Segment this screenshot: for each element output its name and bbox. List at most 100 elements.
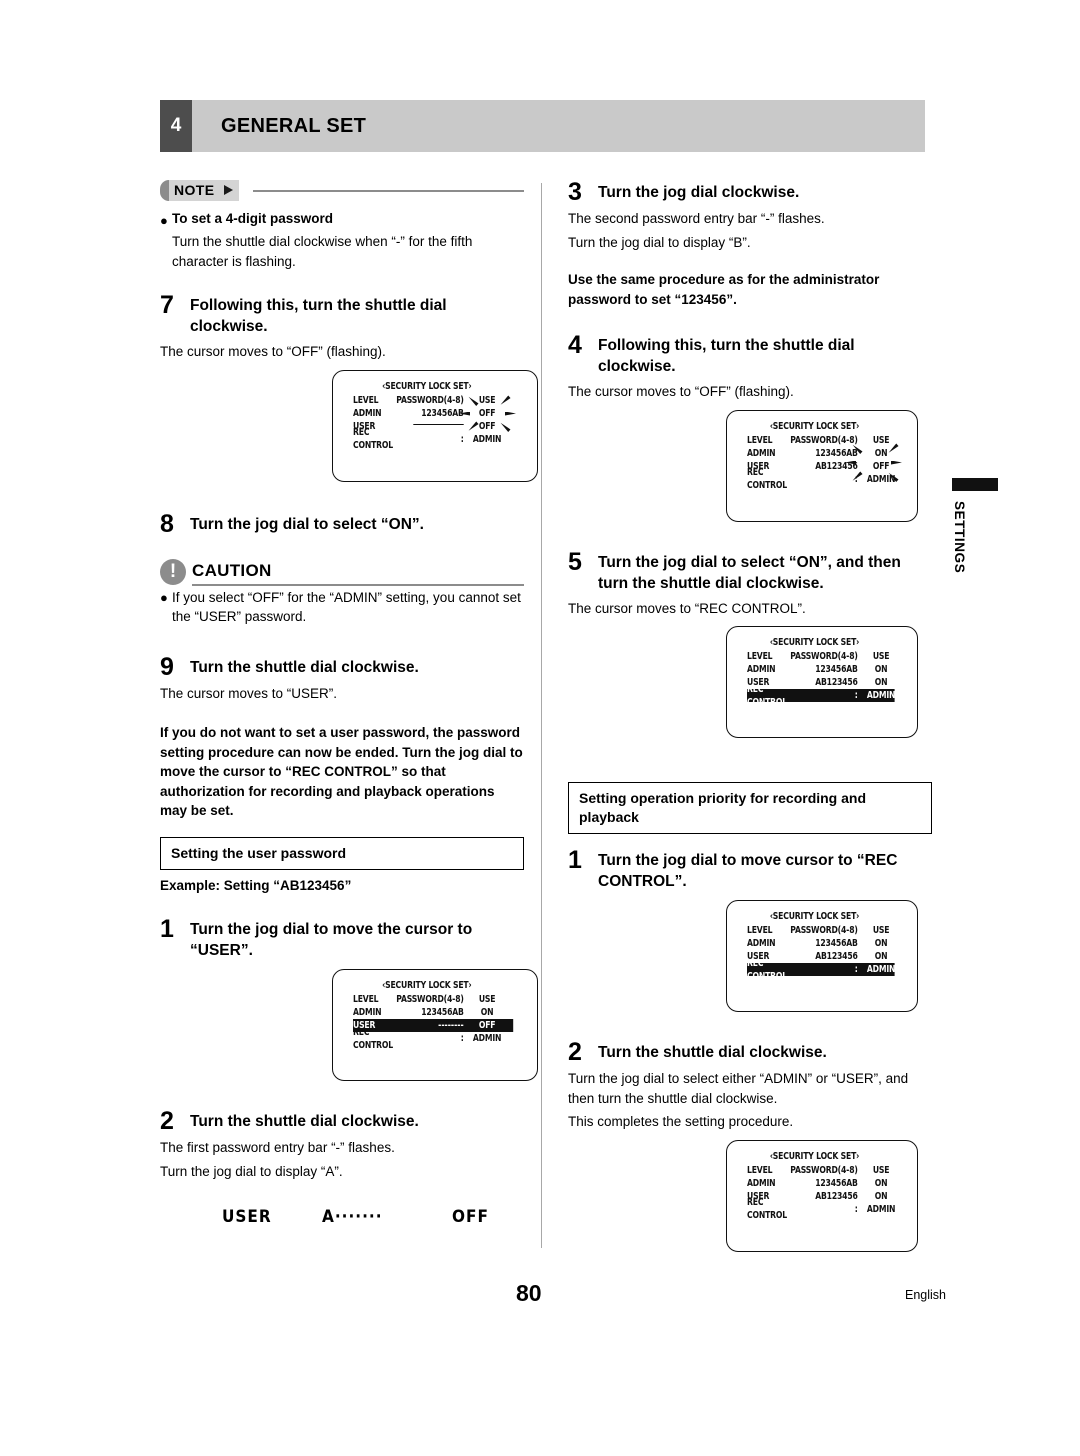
- osd-row-value: AB123456: [815, 951, 858, 962]
- chapter-header-bar: GENERAL SET: [192, 100, 925, 152]
- osd-panel-step5: ‹SECURITY LOCK SET› LEVEL PASSWORD(4-8) …: [726, 626, 918, 738]
- caution-label: CAUTION: [192, 560, 272, 580]
- note-tag: NOTE: [160, 180, 239, 201]
- admin-procedure-note: Use the same procedure as for the admini…: [568, 272, 880, 307]
- osd-row-state: ON: [874, 664, 888, 675]
- step-8-title: Turn the jog dial to select “ON”.: [190, 515, 424, 533]
- step-2-right-number: 2: [568, 1038, 582, 1066]
- osd-row-state: ON: [874, 1177, 888, 1189]
- osd-row-state: USE: [872, 651, 890, 662]
- osd-row-value: AB123456: [815, 1190, 858, 1202]
- side-tab-bar: [952, 478, 998, 491]
- osd-row-value: 123456AB: [421, 407, 464, 419]
- step-5-desc: The cursor moves to “REC CONTROL”.: [568, 600, 806, 616]
- osd-sample-state: OFF: [452, 1207, 489, 1227]
- note-bullet-heading: To set a 4-digit password: [172, 211, 334, 226]
- osd-row-label: ADMIN: [747, 664, 776, 675]
- section-heading-rec-priority: Setting operation priority for recording…: [568, 782, 932, 834]
- osd-panel-step1: ‹SECURITY LOCK SET› LEVEL PASSWORD(4-8) …: [332, 969, 538, 1081]
- step-3: 3 Turn the jog dial clockwise.: [568, 178, 932, 206]
- osd-row-state: USE: [872, 434, 890, 446]
- osd-row-value: PASSWORD(4-8): [790, 434, 858, 446]
- osd-row-state: USE: [478, 994, 496, 1005]
- column-divider: [541, 183, 542, 1248]
- step-1-right-title: Turn the jog dial to move cursor to “REC…: [598, 852, 898, 890]
- step-9-title: Turn the shuttle dial clockwise.: [190, 658, 419, 676]
- osd-row-value: AB123456: [815, 677, 858, 688]
- osd-row: REC CONTROL : ADMIN: [353, 427, 513, 451]
- osd-title: ‹SECURITY LOCK SET›: [769, 911, 860, 922]
- step-3-desc-1: The second password entry bar “-” flashe…: [568, 211, 825, 226]
- page-number: 80: [516, 1280, 542, 1306]
- osd-row-state: ON: [874, 951, 888, 962]
- osd-panel-step7-wrap: ‹SECURITY LOCK SET› LEVEL PASSWORD(4-8) …: [160, 369, 538, 482]
- step-1-right-number: 1: [568, 846, 582, 874]
- note-body: Turn the shuttle dial clockwise when “-”…: [172, 234, 473, 269]
- example-line: Example: Setting “AB123456”: [160, 877, 352, 893]
- osd-row-label: ADMIN: [747, 1177, 776, 1189]
- osd-row-state: ON: [480, 1007, 494, 1018]
- osd-row-value: :: [854, 964, 858, 975]
- step-2-left-desc-1: The first password entry bar “-” flashes…: [160, 1140, 395, 1155]
- step-3-number: 3: [568, 178, 582, 206]
- osd-row: LEVEL PASSWORD(4-8) USE: [747, 924, 895, 937]
- note-callout: NOTE ● To set a 4-digit password Turn th…: [160, 180, 524, 271]
- osd-row-value: 123456AB: [815, 1177, 858, 1189]
- note-cap-icon: [160, 180, 169, 201]
- osd-row-label: REC CONTROL: [353, 1026, 393, 1051]
- osd-row-state: USE: [872, 1164, 890, 1176]
- osd-row-state: ON: [874, 447, 888, 459]
- osd-row-label: ADMIN: [747, 447, 776, 459]
- side-tab-settings: SETTINGS: [952, 478, 998, 573]
- step-2-left-number: 2: [160, 1107, 174, 1135]
- osd-row-value: 123456AB: [815, 938, 858, 949]
- step-7-number: 7: [160, 291, 174, 319]
- osd-row-state: OFF: [478, 407, 496, 419]
- step-2-right-desc-2: This completes the setting procedure.: [568, 1114, 794, 1129]
- caution-body: ● If you select “OFF” for the “ADMIN” se…: [160, 588, 524, 627]
- osd-empty-password-bar: [413, 424, 464, 425]
- osd-row: LEVEL PASSWORD(4-8) USE: [353, 993, 513, 1006]
- osd-panel-step4-wrap: ‹SECURITY LOCK SET› LEVEL PASSWORD(4-8) …: [568, 409, 932, 522]
- step-7-title: Following this, turn the shuttle dial cl…: [190, 297, 447, 335]
- exclamation-icon: !: [160, 558, 186, 585]
- section-heading-user-password: Setting the user password: [160, 836, 524, 870]
- step-2-left: 2 Turn the shuttle dial clockwise.: [160, 1107, 524, 1135]
- step-9-desc: The cursor moves to “USER”.: [160, 685, 338, 701]
- osd-panel-step4: ‹SECURITY LOCK SET› LEVEL PASSWORD(4-8) …: [726, 409, 918, 522]
- osd-row-state: USE: [872, 925, 890, 936]
- osd-sample-value: A·······: [322, 1207, 383, 1227]
- page-title: GENERAL SET: [221, 114, 367, 137]
- osd-row-state: ADMIN: [866, 473, 896, 485]
- osd-row: LEVEL PASSWORD(4-8) USE: [747, 434, 895, 447]
- osd-row: LEVEL PASSWORD(4-8) USE: [747, 1164, 895, 1177]
- osd-panel-r1: ‹SECURITY LOCK SET› LEVEL PASSWORD(4-8) …: [726, 900, 918, 1012]
- osd-title: ‹SECURITY LOCK SET›: [769, 1150, 860, 1162]
- osd-row-label: ADMIN: [353, 407, 382, 419]
- osd-panel-r2: ‹SECURITY LOCK SET› LEVEL PASSWORD(4-8) …: [726, 1139, 918, 1252]
- caution-rule: [192, 583, 524, 586]
- osd-row-label: ADMIN: [747, 938, 776, 949]
- step-7: 7 Following this, turn the shuttle dial …: [160, 293, 524, 337]
- step-2-right-title: Turn the shuttle dial clockwise.: [598, 1044, 827, 1061]
- osd-row: REC CONTROL : ADMIN: [747, 1197, 895, 1221]
- osd-row-value: :: [854, 690, 858, 701]
- osd-row-state: ADMIN: [866, 1203, 896, 1215]
- caution-body-text: If you select “OFF” for the “ADMIN” sett…: [172, 589, 521, 625]
- osd-row-value: :: [460, 1033, 464, 1044]
- note-header: NOTE: [160, 180, 524, 202]
- osd-row-value: PASSWORD(4-8): [790, 651, 858, 662]
- osd-row-value: AB123456: [815, 460, 858, 472]
- caution-header: ! CAUTION: [160, 558, 524, 586]
- note-rule: [253, 190, 524, 192]
- step-5-number: 5: [568, 547, 582, 576]
- osd-row-value: 123456AB: [815, 447, 858, 459]
- osd-row-value: [394, 420, 464, 433]
- bullet-dot-icon: ●: [160, 213, 168, 228]
- osd-title: ‹SECURITY LOCK SET›: [382, 980, 472, 991]
- step-1-left-title: Turn the jog dial to move the cursor to …: [190, 921, 473, 959]
- osd-row: ADMIN 123456AB ON: [353, 1006, 513, 1019]
- osd-row-state: ON: [874, 938, 888, 949]
- osd-row-value: PASSWORD(4-8): [396, 394, 464, 406]
- osd-row: LEVEL PASSWORD(4-8) USE: [747, 650, 895, 663]
